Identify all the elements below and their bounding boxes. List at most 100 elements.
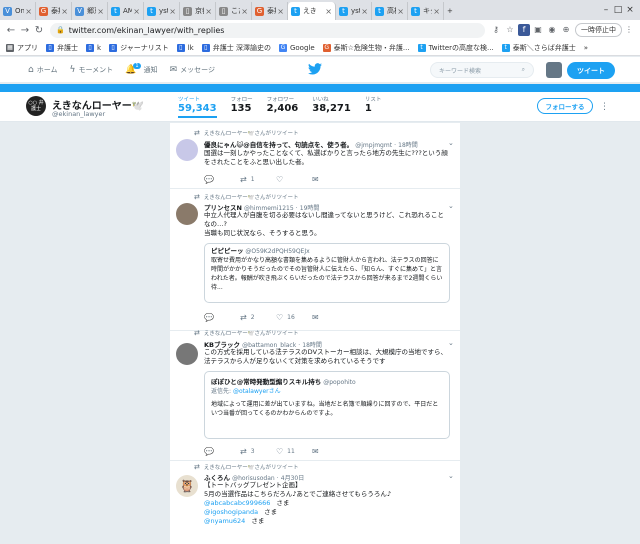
maximize-icon[interactable]: □ [612, 5, 624, 15]
close-tab-icon[interactable]: × [97, 7, 104, 16]
chevron-down-icon[interactable]: ⌄ [448, 339, 454, 347]
browser-tab[interactable]: tキク× [408, 2, 444, 20]
owl-avatar-icon[interactable]: 🦉 [176, 475, 198, 497]
reload-icon[interactable]: ↻ [32, 25, 46, 36]
browser-tab[interactable]: ▯京都× [180, 2, 216, 20]
close-tab-icon[interactable]: × [205, 7, 212, 16]
extension-icon[interactable]: ◉ [546, 24, 558, 36]
compose-tweet-button[interactable]: ツイート [567, 62, 615, 79]
browser-tab[interactable]: ▯こた× [216, 2, 252, 20]
browser-tab[interactable]: t えき × [288, 2, 336, 20]
bookmark-item[interactable]: ▯ 弁護士 [46, 43, 78, 53]
browser-tab[interactable]: tysti× [144, 2, 180, 20]
retweet-button[interactable]: ⇄ 2 [240, 313, 276, 322]
tweet[interactable]: ⇄ えきなんローヤー🕊️さんがリツイート 優良にゃん😺@自信を持って、句読点を、… [170, 123, 460, 189]
bookmark-item[interactable]: ▯ 弁護士 深澤諭史の [201, 43, 271, 53]
bookmark-item[interactable]: G Google [278, 43, 315, 52]
twitter-bird-icon[interactable] [308, 63, 322, 79]
extension-icon[interactable]: ▣ [532, 24, 544, 36]
account-avatar[interactable] [546, 62, 562, 78]
close-tab-icon[interactable]: × [25, 7, 32, 16]
browser-tab[interactable]: G泰斯× [252, 2, 288, 20]
browser-tab[interactable]: V郷恵× [72, 2, 108, 20]
like-button[interactable]: ♡ [276, 175, 312, 184]
browser-tab[interactable]: t高橋× [372, 2, 408, 20]
paused-sync-button[interactable]: 一時停止中 [575, 23, 622, 37]
nav-home[interactable]: ⌂ ホーム [28, 65, 58, 75]
close-tab-icon[interactable]: × [133, 7, 140, 16]
chevron-down-icon[interactable]: ⌄ [448, 139, 454, 147]
bookmark-item[interactable]: G 泰斯☆危険生物・弁護... [322, 43, 410, 53]
tweet-author-name[interactable]: 優良にゃん😺@自信を持って、句読点を、使う者。 [204, 141, 353, 149]
nav-moments[interactable]: ϟ モーメント [70, 65, 114, 75]
like-button[interactable]: ♡ 16 [276, 313, 312, 322]
mention-link[interactable]: @abcabcabc999666 [204, 499, 270, 507]
timeline[interactable]: ⇄ えきなんローヤー🕊️さんがリツイート 優良にゃん😺@自信を持って、句読点を、… [170, 123, 460, 544]
quoted-tweet[interactable]: ぽぽひと@常時発動型煽りスキル持ち @popohito 返信先: @otalaw… [204, 371, 450, 439]
key-icon[interactable]: ⚷ [490, 24, 502, 36]
tweet-author-handle[interactable]: @jmpjmgmt [355, 142, 392, 149]
close-tab-icon[interactable]: × [241, 7, 248, 16]
forward-icon[interactable]: → [18, 25, 32, 36]
profile-handle[interactable]: @ekinan_lawyer [52, 110, 105, 118]
browser-tab[interactable]: VOne× [0, 2, 36, 20]
reply-button[interactable]: 💬 [204, 175, 240, 184]
close-tab-icon[interactable]: × [325, 7, 332, 16]
dm-button[interactable]: ✉ [312, 447, 348, 456]
tweet-author-avatar[interactable] [176, 139, 198, 161]
bookmark-item[interactable]: ▦ アプリ [6, 43, 38, 53]
mention-link[interactable]: @nyamu624 [204, 517, 245, 525]
dm-button[interactable]: ✉ [312, 313, 348, 322]
close-tab-icon[interactable]: × [169, 7, 176, 16]
bookmark-item[interactable]: t Twitterの高度な検... [417, 43, 494, 53]
reply-to-link[interactable]: @otalawyerさん [233, 388, 281, 395]
tweet[interactable]: ⇄ えきなんローヤー🕊️さんがリツイート KBブラック @battamon_bl… [170, 329, 460, 461]
reply-button[interactable]: 💬 [204, 447, 240, 456]
chevron-down-icon[interactable]: ⌄ [448, 472, 454, 480]
browser-tab[interactable]: G泰斯× [36, 2, 72, 20]
tweet-author-avatar[interactable] [176, 343, 198, 365]
tweet-time[interactable]: 18時間 [398, 142, 418, 149]
mention-link[interactable]: @igoshogipanda [204, 508, 258, 516]
close-tab-icon[interactable]: × [433, 7, 440, 16]
tweet[interactable]: ⇄ えきなんローヤー🕊️さんがリツイート プリンセスN @himmemi1215… [170, 189, 460, 331]
profile-stat[interactable]: リスト 1 [365, 95, 382, 118]
url-field[interactable]: 🔒 twitter.com/ekinan_lawyer/with_replies [50, 22, 485, 38]
tweet-author-avatar[interactable] [176, 203, 198, 225]
browser-tab[interactable]: tAMA× [108, 2, 144, 20]
search-input[interactable]: キーワード検索 ⌕ [430, 62, 534, 78]
search-icon[interactable]: ⌕ [522, 66, 525, 74]
nav-messages[interactable]: ✉ メッセージ [170, 65, 215, 75]
more-bookmarks-button[interactable]: » [584, 44, 588, 52]
dm-button[interactable]: ✉ [312, 175, 348, 184]
back-icon[interactable]: ← [4, 25, 18, 36]
chevron-down-icon[interactable]: ⌄ [448, 202, 454, 210]
profile-avatar[interactable]: ○○ 弁護士 [26, 96, 46, 116]
minimize-icon[interactable]: – [600, 5, 612, 15]
extension-icon[interactable]: ⊕ [560, 24, 572, 36]
close-tab-icon[interactable]: × [277, 7, 284, 16]
profile-stat[interactable]: フォロー 135 [231, 95, 253, 118]
nav-notifications[interactable]: 🔔 1 通知 [125, 62, 158, 75]
profile-stat[interactable]: ツイート 59,343 [178, 95, 217, 118]
extension-icon[interactable]: f [518, 24, 530, 36]
menu-icon[interactable]: ⋮ [623, 24, 635, 36]
retweet-button[interactable]: ⇄ 1 [240, 175, 276, 184]
profile-stat[interactable]: フォロワー 2,406 [267, 95, 299, 118]
close-tab-icon[interactable]: × [61, 7, 68, 16]
close-window-icon[interactable]: × [624, 5, 636, 15]
reply-button[interactable]: 💬 [204, 313, 240, 322]
browser-tab[interactable]: tysti× [336, 2, 372, 20]
bookmark-item[interactable]: t 泰斯＼さらば弁護士 [501, 43, 576, 53]
like-button[interactable]: ♡ 11 [276, 447, 312, 456]
retweet-button[interactable]: ⇄ 3 [240, 447, 276, 456]
more-options-icon[interactable]: ⋮ [600, 102, 609, 112]
star-icon[interactable]: ☆ [504, 24, 516, 36]
close-tab-icon[interactable]: × [361, 7, 368, 16]
profile-stat[interactable]: いいね 38,271 [312, 95, 351, 118]
tweet[interactable]: ⇄ えきなんローヤー🕊️さんがリツイート 🦉 ふくろん @horisusodan… [170, 461, 460, 544]
follow-button[interactable]: フォローする [537, 98, 593, 114]
bookmark-item[interactable]: ▯ k [86, 43, 101, 52]
close-tab-icon[interactable]: × [397, 7, 404, 16]
bookmark-item[interactable]: ▯ lk [176, 43, 194, 52]
